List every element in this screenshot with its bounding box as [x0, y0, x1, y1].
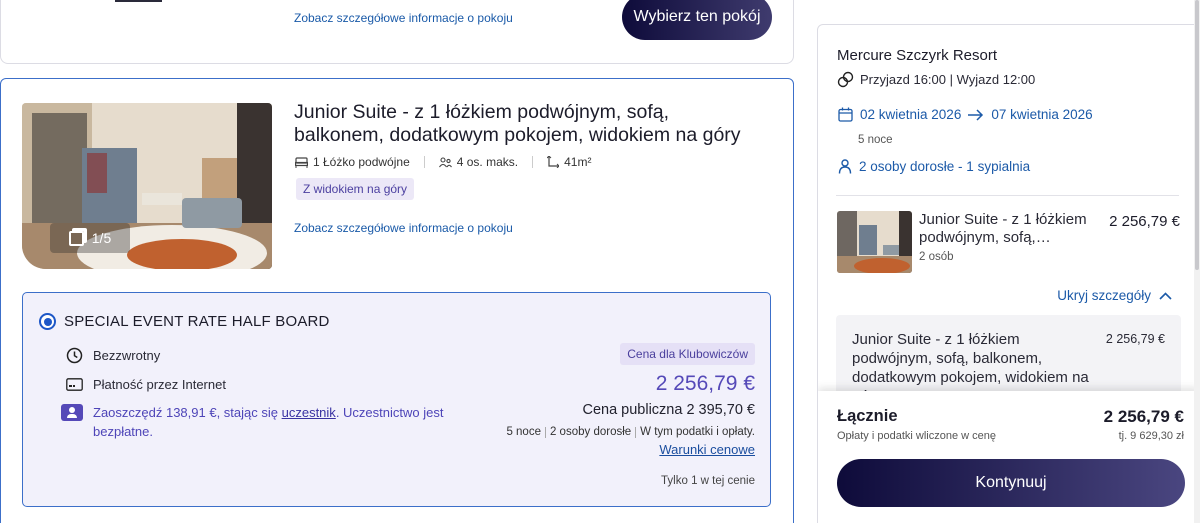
rate-terms-link[interactable]: Warunki cenowe: [659, 442, 755, 457]
price-info: 5 noce 2 osoby dorosłe W tym podatki i o…: [506, 426, 755, 438]
area-feature: 41m²: [547, 155, 591, 169]
guests-feature: 4 os. maks.: [438, 155, 519, 169]
nights-info: 5 noce: [506, 426, 541, 438]
member-icon: [61, 404, 83, 421]
people-icon: [438, 156, 452, 167]
room-title: Junior Suite - z 1 łóżkiem podwójnym, so…: [294, 101, 741, 146]
area-icon: [547, 156, 560, 168]
booking-summary: Mercure Szczyrk Resort Przyjazd 16:00 | …: [817, 24, 1200, 523]
area-label: 41m²: [564, 155, 592, 169]
person-icon: [838, 159, 852, 174]
total-section: Łącznie Opłaty i podatki wliczone w cenę…: [818, 391, 1199, 523]
separator: [532, 156, 534, 168]
previous-room-card: Zobacz szczegółowe informacje o pokoju W…: [0, 0, 794, 64]
max-guests-label: 4 os. maks.: [456, 155, 519, 169]
hide-details-label: Ukryj szczegóły: [1057, 288, 1151, 303]
room-details-link[interactable]: Zobacz szczegółowe informacje o pokoju: [294, 221, 513, 235]
total-price: 2 256,79 €: [1103, 407, 1184, 426]
photo-counter-label: 1/5: [91, 230, 112, 246]
scrollbar-thumb[interactable]: [1195, 0, 1199, 270]
divider: [836, 195, 1179, 196]
nights-count: 5 noce: [858, 134, 893, 146]
bed-feature: 1 Łóżko podwójne: [295, 155, 410, 169]
rate-radio-selected[interactable]: [39, 313, 56, 330]
photo-counter[interactable]: 1/5: [50, 223, 130, 253]
payment-method: Płatność przez Internet: [65, 375, 226, 393]
summary-room-title: Junior Suite - z 1 łóżkiem podwójnym, so…: [919, 211, 1087, 246]
club-price-badge: Cena dla Klubowiczów: [620, 343, 755, 365]
hide-details-toggle[interactable]: Ukryj szczegóły: [1057, 288, 1172, 303]
total-label: Łącznie: [837, 407, 898, 425]
summary-room-thumbnail: [837, 211, 912, 273]
rate-option[interactable]: SPECIAL EVENT RATE HALF BOARD Bezzwrotny…: [22, 292, 771, 507]
taxes-info: W tym podatki i opłaty.: [640, 426, 755, 438]
hotel-name: Mercure Szczyrk Resort: [837, 47, 998, 64]
room-card: 1/5 Junior Suite - z 1 łóżkiem podwójnym…: [0, 78, 794, 523]
refund-label: Bezzwrotny: [93, 347, 161, 363]
member-price: 2 256,79 €: [655, 372, 755, 395]
checkin-label: Przyjazd 16:00 | Wyjazd 12:00: [860, 72, 1036, 87]
adults-info: 2 osoby dorosłe: [549, 426, 632, 438]
date-from: 02 kwietnia 2026: [860, 107, 962, 122]
gallery-icon: [68, 230, 84, 246]
previous-room-details-link[interactable]: Zobacz szczegółowe informacje o pokoju: [294, 11, 513, 25]
key-icon: [837, 71, 854, 88]
summary-room-guests: 2 osób: [919, 251, 954, 263]
availability-note: Tylko 1 w tej cenie: [661, 475, 755, 487]
arrow-right-icon: [968, 108, 984, 121]
refund-policy: Bezzwrotny: [65, 346, 160, 364]
detail-room-price: 2 256,79 €: [1105, 332, 1165, 346]
guests-label: 2 osoby dorosłe - 1 sypialnia: [859, 159, 1031, 174]
checkin-times: Przyjazd 16:00 | Wyjazd 12:00: [837, 71, 1035, 88]
stay-dates[interactable]: 02 kwietnia 2026 07 kwietnia 2026: [838, 107, 1093, 122]
bed-label: 1 Łóżko podwójne: [313, 155, 410, 169]
mountain-view-tag: Z widokiem na góry: [296, 178, 415, 200]
member-savings-note: Zaoszczędź 138,91 €, stając się uczestni…: [61, 403, 461, 441]
room-thumbnail-image: [837, 211, 912, 273]
bed-icon: [295, 156, 308, 168]
select-room-button[interactable]: Wybierz ten pokój: [622, 0, 772, 40]
calendar-icon: [838, 107, 853, 122]
clock-icon: [66, 347, 82, 363]
date-to: 07 kwietnia 2026: [991, 107, 1093, 122]
payment-label: Płatność przez Internet: [93, 376, 226, 392]
room-features: 1 Łóżko podwójne 4 os. maks. 41m²: [295, 155, 591, 169]
separator: [423, 156, 425, 168]
chevron-up-icon: [1159, 291, 1172, 300]
membership-link[interactable]: uczestnik: [282, 405, 336, 420]
total-price-pln: tj. 9 629,30 zł: [1118, 430, 1184, 442]
separator: [635, 426, 637, 438]
public-price: Cena publiczna 2 395,70 €: [582, 402, 755, 418]
separator: [544, 426, 546, 438]
divider: [115, 0, 162, 2]
room-photo[interactable]: 1/5: [22, 103, 272, 269]
continue-button[interactable]: Kontynuuj: [837, 459, 1185, 507]
summary-room-price: 2 256,79 €: [1109, 213, 1180, 230]
total-taxes-note: Opłaty i podatki wliczone w cenę: [837, 430, 996, 442]
rate-name: SPECIAL EVENT RATE HALF BOARD: [64, 313, 330, 330]
card-icon: [65, 377, 83, 391]
savings-text: Zaoszczędź 138,91 €, stając się uczestni…: [93, 405, 444, 439]
guests-summary[interactable]: 2 osoby dorosłe - 1 sypialnia: [838, 159, 1030, 174]
